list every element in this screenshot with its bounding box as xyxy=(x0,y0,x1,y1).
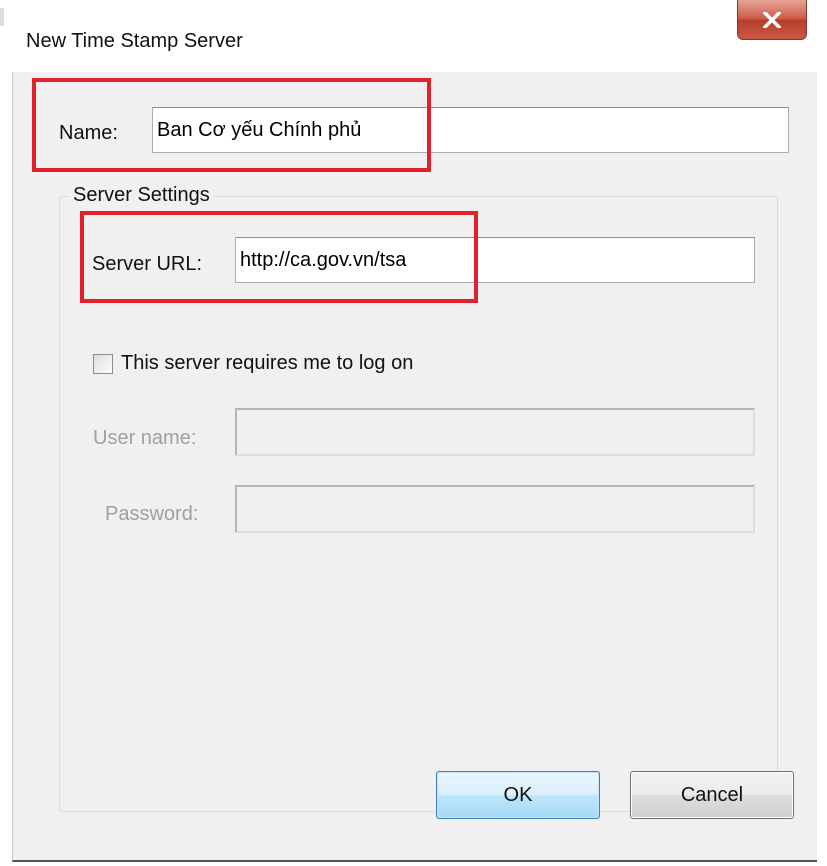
close-x-icon xyxy=(763,11,781,28)
close-button[interactable] xyxy=(737,0,807,40)
name-input[interactable] xyxy=(152,107,789,153)
name-label: Name: xyxy=(59,122,118,144)
logon-checkbox[interactable] xyxy=(93,353,113,374)
server-settings-title: Server Settings xyxy=(69,184,214,207)
username-input[interactable] xyxy=(235,408,755,456)
server-url-label: Server URL: xyxy=(92,253,203,275)
dialog-client-area: Name: Server Settings Server URL: This s… xyxy=(12,72,817,862)
password-label: Password: xyxy=(105,503,199,525)
logon-checkbox-row[interactable]: This server requires me to log on xyxy=(93,352,413,375)
username-label: User name: xyxy=(93,427,197,449)
logon-checkbox-label[interactable]: This server requires me to log on xyxy=(121,352,413,375)
cancel-button-label: Cancel xyxy=(680,783,744,806)
ok-button[interactable]: OK xyxy=(436,771,600,819)
frame-corner-mark xyxy=(0,8,4,26)
window-frame-edge xyxy=(0,0,12,866)
password-input[interactable] xyxy=(235,485,755,533)
title-bar: New Time Stamp Server xyxy=(12,0,827,72)
window-title: New Time Stamp Server xyxy=(26,30,243,52)
cancel-button[interactable]: Cancel xyxy=(630,771,794,819)
server-url-input[interactable] xyxy=(235,237,755,283)
ok-button-label: OK xyxy=(503,783,533,806)
